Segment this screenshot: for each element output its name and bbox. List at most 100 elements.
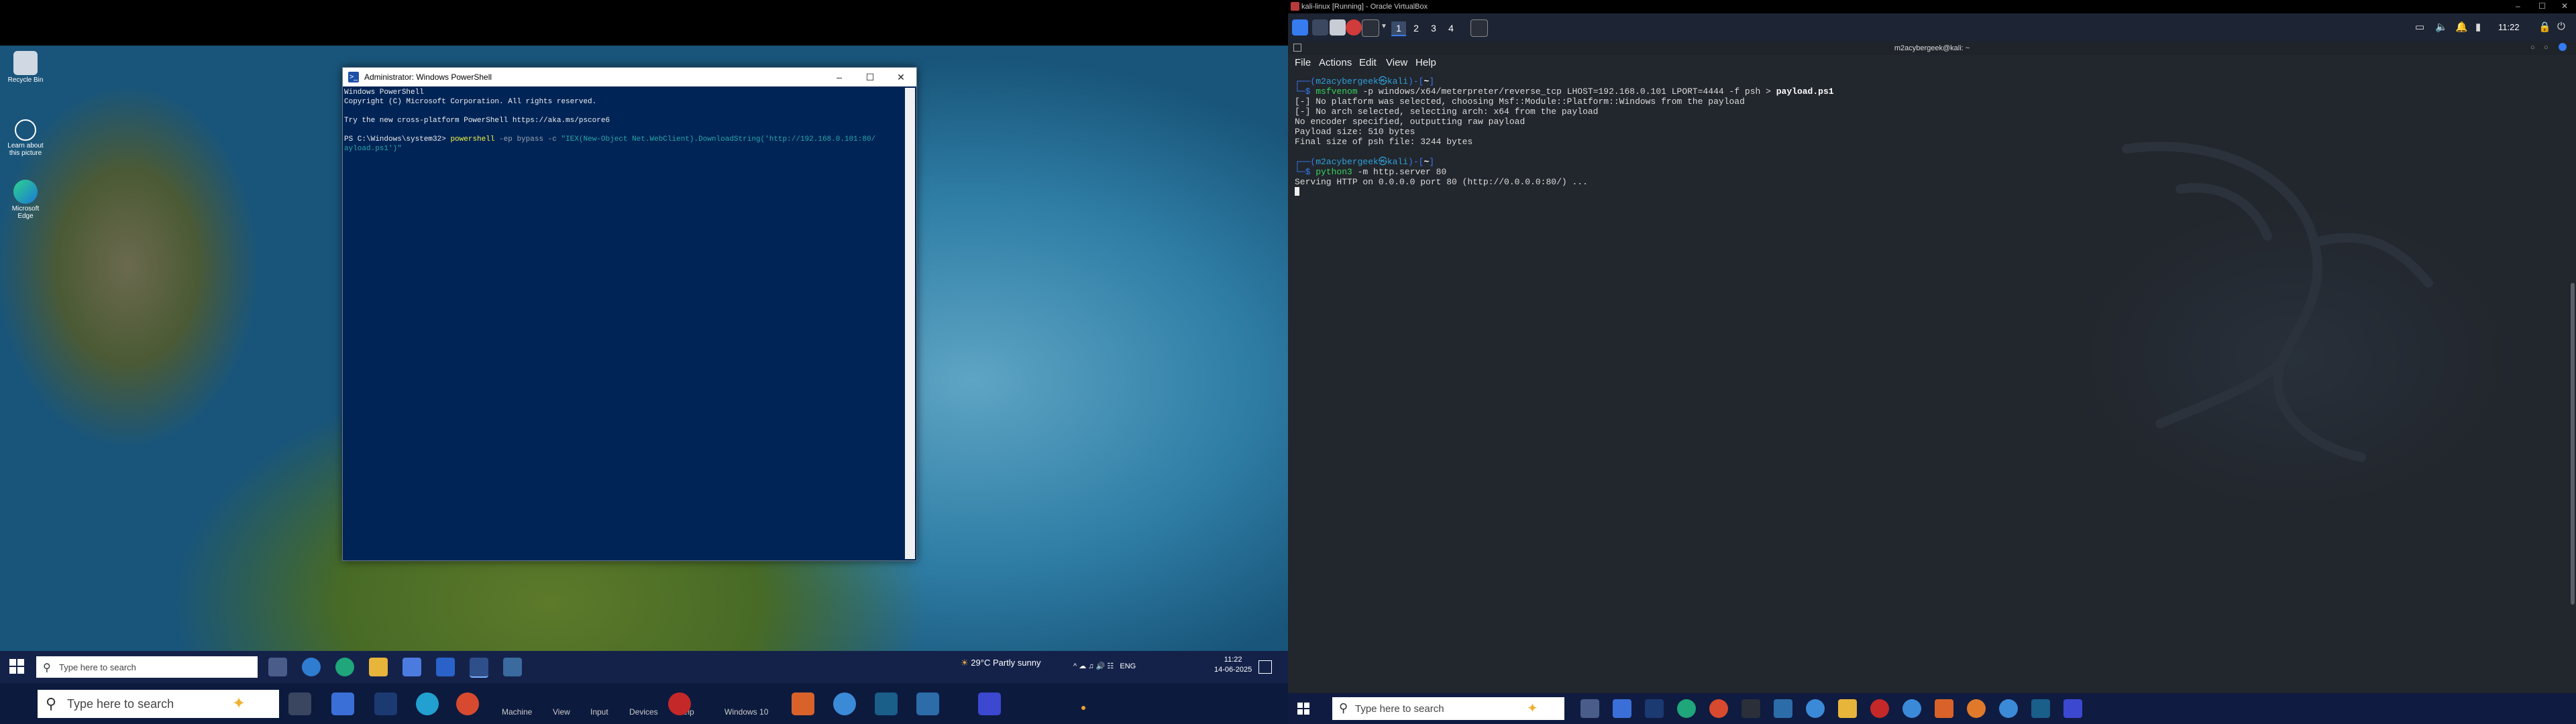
chrome-icon[interactable] [1999,699,2018,718]
store-icon[interactable] [402,658,421,676]
terminal-window-icon[interactable] [1470,19,1488,37]
app-icon[interactable] [416,692,439,715]
notification-icon[interactable] [1258,660,1272,674]
powershell-titlebar[interactable]: >_ Administrator: Windows PowerShell – ☐… [343,68,916,86]
app-icon[interactable] [1709,699,1728,718]
terminal-icon[interactable] [1362,19,1379,37]
workspace-2[interactable]: 2 [1409,21,1424,35]
powershell-console[interactable]: Windows PowerShell Copyright (C) Microso… [344,88,902,557]
language-indicator[interactable]: ENG [1120,662,1136,670]
notification-bell-icon[interactable]: 🔔 [2455,21,2468,33]
file-manager-icon[interactable] [1330,19,1346,36]
search-input-small[interactable]: ⚲ Type here to search [36,656,258,678]
app-icon[interactable] [792,692,814,715]
terminal-icon[interactable] [1741,699,1760,718]
minimize-button[interactable]: – [2516,1,2520,11]
app-icon[interactable] [1645,699,1664,718]
start-icon[interactable] [9,659,24,674]
terminal-titlebar[interactable]: m2acybergeek@kali: ~ ○ ○ [1288,42,2576,55]
menu-edit[interactable]: Edit [1359,57,1377,68]
workspace-4[interactable]: 4 [1444,21,1458,35]
chrome-icon[interactable] [1902,699,1921,718]
weather-widget[interactable]: ☀ 29°C Partly sunny [961,658,1040,668]
app-icon[interactable] [1613,699,1631,718]
task-view-icon[interactable] [288,692,311,715]
virtualbox-titlebar[interactable]: kali-linux [Running] - Oracle VirtualBox… [1288,0,2576,13]
minimize-button[interactable]: – [824,68,855,86]
search-icon: ⚲ [1339,701,1348,715]
app-icon[interactable] [1806,699,1825,718]
kali-menu-icon[interactable] [1292,19,1308,36]
app-icon[interactable] [2063,699,2082,718]
app-icon[interactable] [2031,699,2050,718]
vbox-vm-label[interactable]: Windows 10 [724,707,768,717]
menu-help[interactable]: Help [1415,57,1436,68]
chrome-icon[interactable] [302,658,321,676]
system-tray[interactable]: ^ ☁ ♫ 🔊 ☷ ENG [1073,662,1136,670]
task-view-icon[interactable] [268,658,287,676]
vbox-menu-view[interactable]: View [553,707,570,717]
app-icon[interactable] [374,692,397,715]
maximize-button[interactable]: ☐ [855,68,885,86]
terminal-output[interactable]: ┌──(m2acybergeek㉿kali)-[~] └─$ msfvenom … [1295,76,2556,700]
app-icon[interactable] [1935,699,1953,718]
app-icon[interactable] [1774,699,1792,718]
file-explorer-icon[interactable] [1838,699,1857,718]
firefox-icon[interactable] [1967,699,1986,718]
display-icon[interactable]: ▭ [2415,21,2424,33]
powershell-title: Administrator: Windows PowerShell [364,72,492,82]
task-view-icon[interactable] [1580,699,1599,718]
mail-icon[interactable] [436,658,455,676]
maximize-button[interactable]: ☐ [2538,1,2546,11]
firefox-icon[interactable] [1346,19,1362,36]
menu-view[interactable]: View [1386,57,1407,68]
battery-icon[interactable]: ▮ [2475,21,2481,33]
workspace-1[interactable]: 1 [1391,21,1406,36]
virtualbox-window[interactable]: kali-linux [Running] - Oracle VirtualBox… [1288,0,2576,724]
vbox-menu-input[interactable]: Input [590,707,608,717]
powershell-taskbar-icon[interactable] [470,658,488,678]
terminal-scrollbar[interactable] [2571,283,2575,605]
virtualbox-taskbar-icon[interactable] [503,658,522,676]
maximize-button[interactable]: ○ [2544,44,2548,52]
close-button[interactable] [2559,43,2567,51]
desktop-icon-learn-picture[interactable]: Learn about this picture [7,119,44,157]
clock[interactable]: 11:22 14-06-2025 [1214,655,1252,675]
close-button[interactable]: ✕ [885,68,916,86]
desktop-icon-recycle-bin[interactable]: Recycle Bin [7,51,44,84]
start-icon[interactable] [1297,703,1309,715]
desktop-icon[interactable] [1312,19,1328,36]
app-icon[interactable] [978,692,1001,715]
vbox-menu-devices[interactable]: Devices [629,707,658,717]
vbox-menu-machine[interactable]: Machine [502,707,532,717]
prompt-line: ┌──(m2acybergeek㉿kali)-[~] [1295,76,1435,86]
menu-actions[interactable]: Actions [1319,57,1352,68]
app-icon[interactable] [916,692,939,715]
volume-icon[interactable]: 🔈 [2435,21,2448,33]
chevron-down-icon[interactable]: ▼ [1381,23,1387,30]
app-icon[interactable] [875,692,898,715]
powershell-scrollbar[interactable] [905,88,915,559]
powershell-window[interactable]: >_ Administrator: Windows PowerShell – ☐… [342,67,917,561]
search-input-big[interactable]: ⚲ Type here to search ✦ [38,690,279,718]
minimize-button[interactable]: ○ [2530,44,2535,52]
guest-search-input[interactable]: ⚲ Type here to search ✦ [1332,697,1564,720]
workspace-3[interactable]: 3 [1426,21,1441,35]
app-icon[interactable] [456,692,479,715]
kali-clock[interactable]: 11:22 [2498,22,2520,32]
app-icon[interactable] [331,692,354,715]
close-button[interactable]: ✕ [2561,1,2568,11]
file-explorer-icon[interactable] [369,658,388,676]
host-screen: Recycle Bin Learn about this picture Mic… [0,0,1288,724]
ps-args: -ep bypass -c [494,135,561,143]
opera-icon[interactable] [668,692,691,715]
menu-file[interactable]: File [1295,57,1311,68]
terminal-window[interactable]: m2acybergeek@kali: ~ ○ ○ File Actions Ed… [1288,42,2576,707]
opera-icon[interactable] [1870,699,1889,718]
chrome-icon[interactable] [833,692,856,715]
desktop-icon-edge[interactable]: Microsoft Edge [7,180,44,220]
edge-taskbar-icon[interactable] [335,658,354,676]
power-icon[interactable]: ⏻ [2557,21,2565,32]
lock-icon[interactable]: 🔒 [2538,21,2551,33]
edge-icon[interactable] [1677,699,1696,718]
